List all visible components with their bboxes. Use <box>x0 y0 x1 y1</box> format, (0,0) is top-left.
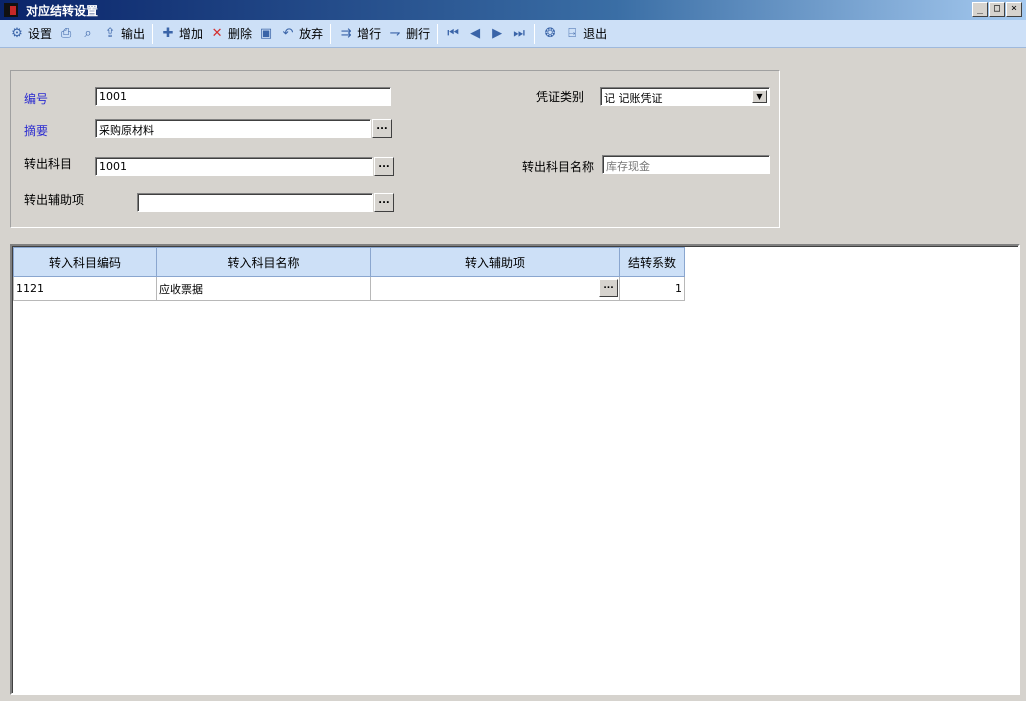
grid-header-row: 转入科目编码 转入科目名称 转入辅助项 结转系数 <box>13 247 685 277</box>
exit-icon: ⍈ <box>568 25 577 41</box>
delete-row-icon: ⇁ <box>389 25 401 41</box>
header-form: 编号 1001 凭证类别 记 记账凭证 ▼ 摘要 采购原材料 ... 转出科目 … <box>10 70 780 228</box>
minimize-button[interactable]: _ <box>972 2 988 17</box>
exit-button[interactable]: ⍈ 退出 <box>561 22 610 46</box>
window-title: 对应结转设置 <box>26 3 99 18</box>
summary-input[interactable]: 采购原材料 <box>95 119 371 138</box>
toolbar-separator <box>152 23 154 44</box>
out-account-name-label: 转出科目名称 <box>522 160 595 174</box>
settings-button[interactable]: ⚙ 设置 <box>6 22 55 46</box>
summary-label: 摘要 <box>24 124 49 138</box>
preview-icon: ⌕ <box>84 25 92 41</box>
table-row[interactable]: 1121 应收票据 ... 1 <box>13 276 685 301</box>
cell-in-account-code[interactable]: 1121 <box>13 276 157 301</box>
transfer-grid: 转入科目编码 转入科目名称 转入辅助项 结转系数 1121 应收票据 ... 1 <box>10 244 1020 695</box>
title-bar: 对应结转设置 _ □ × <box>0 0 1026 20</box>
last-record-icon: ⏭ <box>513 25 525 41</box>
save-icon: ▣ <box>259 25 273 41</box>
export-icon: ⇪ <box>104 25 116 41</box>
next-record-icon: ▶ <box>492 25 503 41</box>
voucher-type-value: 记 记账凭证 <box>604 92 663 105</box>
maximize-button[interactable]: □ <box>989 2 1005 17</box>
out-account-input[interactable]: 1001 <box>95 157 373 176</box>
prev-record-icon: ◀ <box>470 25 481 41</box>
toolbar: ⚙ 设置 ⎙ ⌕ ⇪ 输出 ✚ 增加 ✕ 删除 ▣ ↶ 放弃 ⇉ 增行 ⇁ 删行… <box>0 20 1026 48</box>
next-record-button[interactable]: ▶ <box>486 22 508 46</box>
delete-row-button[interactable]: ⇁ 删行 <box>384 22 433 46</box>
cell-in-account-name[interactable]: 应收票据 <box>156 276 371 301</box>
toolbar-separator <box>437 23 439 44</box>
undo-icon: ↶ <box>282 25 294 41</box>
print-button[interactable]: ⎙ <box>55 22 77 46</box>
voucher-type-select[interactable]: 记 记账凭证 ▼ <box>600 87 770 106</box>
last-record-button[interactable]: ⏭ <box>508 22 530 46</box>
insert-row-button[interactable]: ⇉ 增行 <box>335 22 384 46</box>
delete-button[interactable]: ✕ 删除 <box>206 22 255 46</box>
dropdown-arrow-icon[interactable]: ▼ <box>752 90 767 103</box>
number-input[interactable]: 1001 <box>95 87 391 106</box>
out-aux-input[interactable] <box>137 193 373 212</box>
number-label: 编号 <box>24 92 49 106</box>
cell-coefficient[interactable]: 1 <box>619 276 685 301</box>
summary-lookup-button[interactable]: ... <box>372 119 392 138</box>
out-account-name-field: 库存现金 <box>602 155 770 174</box>
settings-icon: ⚙ <box>11 25 23 41</box>
insert-row-icon: ⇉ <box>340 25 352 41</box>
cell-in-aux[interactable]: ... <box>370 276 620 301</box>
column-header-coefficient[interactable]: 结转系数 <box>619 247 685 277</box>
delete-icon: ✕ <box>211 25 223 41</box>
help-icon: ❂ <box>544 25 556 41</box>
out-account-lookup-button[interactable]: ... <box>374 157 394 176</box>
grid-table: 转入科目编码 转入科目名称 转入辅助项 结转系数 1121 应收票据 ... 1 <box>13 247 685 301</box>
column-header-in-account-name[interactable]: 转入科目名称 <box>156 247 371 277</box>
export-button[interactable]: ⇪ 输出 <box>99 22 148 46</box>
in-aux-lookup-button[interactable]: ... <box>599 279 618 297</box>
first-record-button[interactable]: ⏮ <box>442 22 464 46</box>
print-icon: ⎙ <box>60 25 72 41</box>
out-aux-lookup-button[interactable]: ... <box>374 193 394 212</box>
first-record-icon: ⏮ <box>447 25 459 41</box>
toolbar-separator <box>330 23 332 44</box>
out-aux-label: 转出辅助项 <box>24 193 85 207</box>
preview-button[interactable]: ⌕ <box>77 22 99 46</box>
voucher-type-label: 凭证类别 <box>536 90 585 104</box>
close-button[interactable]: × <box>1006 2 1022 17</box>
undo-button[interactable]: ↶ 放弃 <box>277 22 326 46</box>
column-header-in-account-code[interactable]: 转入科目编码 <box>13 247 157 277</box>
add-icon: ✚ <box>162 25 174 41</box>
column-header-in-aux[interactable]: 转入辅助项 <box>370 247 620 277</box>
prev-record-button[interactable]: ◀ <box>464 22 486 46</box>
save-button[interactable]: ▣ <box>255 22 277 46</box>
help-button[interactable]: ❂ <box>539 22 561 46</box>
toolbar-separator <box>534 23 536 44</box>
out-account-label: 转出科目 <box>24 157 73 171</box>
app-icon <box>4 3 18 17</box>
window-controls: _ □ × <box>972 2 1022 17</box>
add-button[interactable]: ✚ 增加 <box>157 22 206 46</box>
